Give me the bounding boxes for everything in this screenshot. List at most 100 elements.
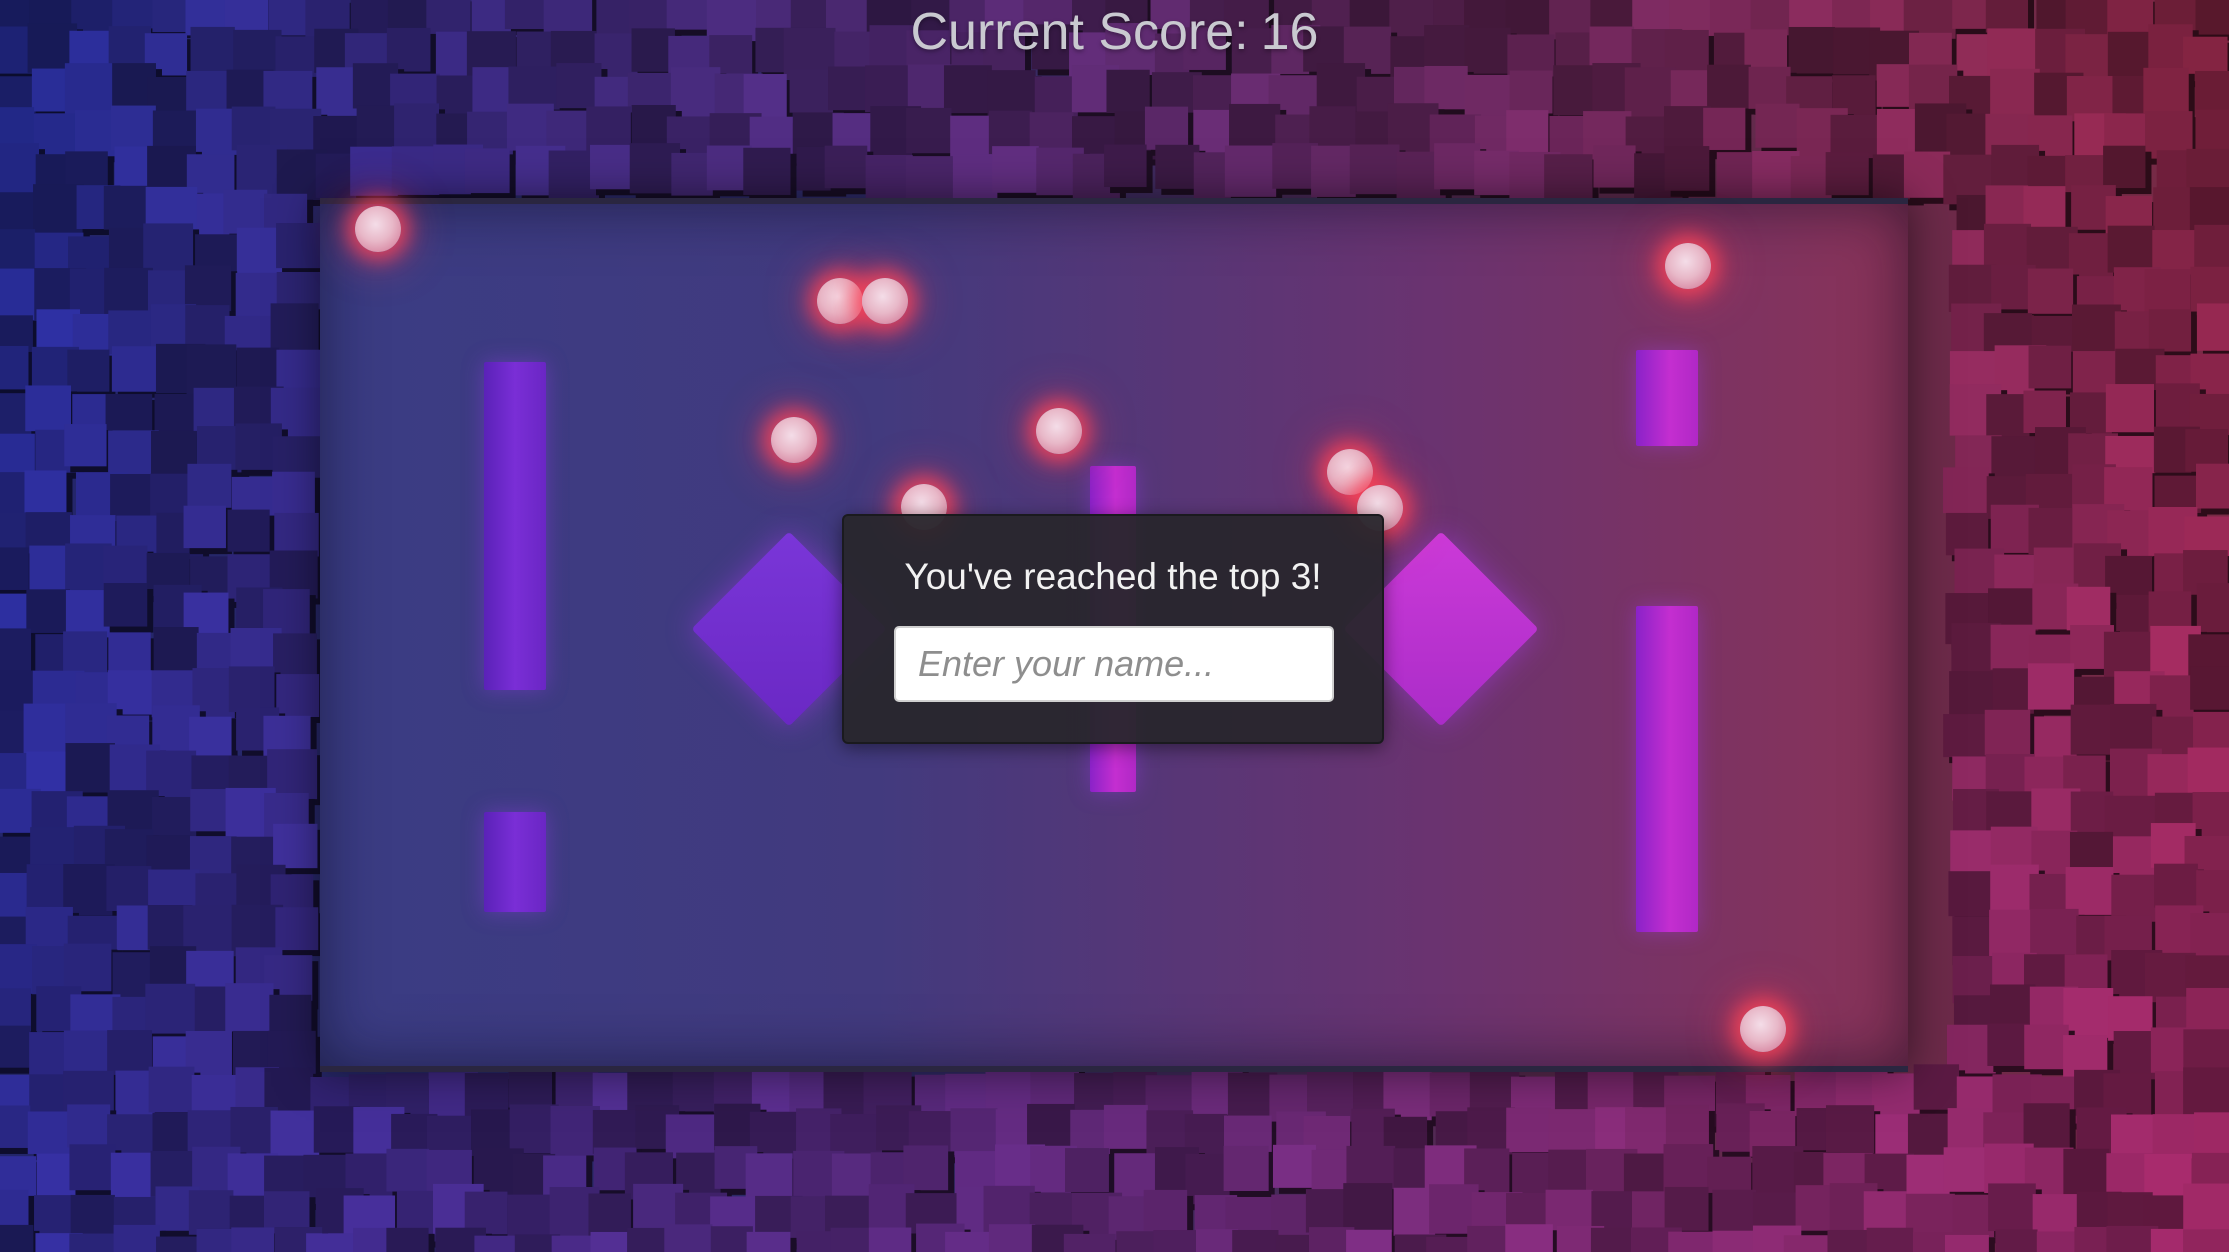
voxel-block bbox=[627, 1227, 671, 1252]
voxel-block bbox=[2194, 224, 2229, 272]
voxel-block bbox=[985, 1068, 1032, 1115]
player-name-input[interactable] bbox=[894, 626, 1334, 702]
voxel-block bbox=[0, 345, 29, 390]
voxel-block bbox=[2195, 109, 2229, 153]
voxel-block bbox=[1863, 1191, 1907, 1235]
voxel-block bbox=[710, 1226, 753, 1252]
obstacle-bar-right-lower bbox=[1636, 606, 1698, 932]
voxel-block bbox=[236, 347, 280, 391]
voxel-block bbox=[1668, 1231, 1718, 1252]
obstacle-bar-right-upper bbox=[1636, 350, 1698, 446]
voxel-block bbox=[65, 743, 115, 793]
voxel-block bbox=[1064, 1148, 1109, 1193]
voxel-block bbox=[0, 628, 32, 671]
voxel-block bbox=[746, 1231, 791, 1252]
voxel-block bbox=[26, 589, 70, 633]
voxel-block bbox=[1506, 1107, 1551, 1153]
voxel-block bbox=[664, 1224, 713, 1252]
voxel-block bbox=[1116, 1231, 1159, 1252]
voxel-block bbox=[1063, 1233, 1116, 1252]
voxel-block bbox=[789, 69, 834, 113]
voxel-block bbox=[2183, 1067, 2229, 1119]
voxel-block bbox=[1590, 1227, 1638, 1252]
score-label: Current Score: bbox=[910, 3, 1249, 61]
voxel-block bbox=[2196, 583, 2229, 633]
glowing-orb bbox=[862, 278, 908, 324]
voxel-block bbox=[2195, 70, 2229, 115]
voxel-block bbox=[988, 1224, 1036, 1252]
voxel-block bbox=[1990, 68, 2040, 119]
voxel-block bbox=[824, 145, 868, 189]
voxel-block bbox=[464, 148, 510, 194]
voxel-block bbox=[2187, 747, 2229, 795]
glowing-orb bbox=[771, 417, 817, 463]
voxel-block bbox=[106, 866, 152, 912]
voxel-block bbox=[823, 1070, 868, 1115]
voxel-block bbox=[1948, 871, 1994, 917]
voxel-block bbox=[185, 305, 230, 350]
voxel-block bbox=[27, 1111, 71, 1154]
voxel-block bbox=[1434, 143, 1481, 190]
voxel-block bbox=[1232, 1229, 1279, 1252]
voxel-block bbox=[225, 983, 274, 1032]
voxel-block bbox=[2195, 463, 2229, 509]
voxel-block bbox=[1104, 144, 1147, 188]
voxel-block bbox=[1990, 984, 2036, 1030]
voxel-block bbox=[2028, 507, 2075, 555]
voxel-block bbox=[670, 67, 721, 117]
voxel-block bbox=[1349, 144, 1400, 195]
voxel-block bbox=[1783, 1235, 1836, 1252]
voxel-block bbox=[148, 1066, 195, 1113]
voxel-block bbox=[70, 1194, 115, 1240]
voxel-block bbox=[1429, 1072, 1474, 1117]
voxel-block bbox=[1665, 1104, 1709, 1149]
voxel-block bbox=[2071, 304, 2121, 354]
voxel-block bbox=[2196, 303, 2229, 351]
voxel-block bbox=[1703, 107, 1746, 150]
voxel-block bbox=[586, 106, 631, 152]
voxel-block bbox=[0, 944, 37, 994]
voxel-block bbox=[1664, 146, 1710, 191]
score-value: 16 bbox=[1260, 3, 1319, 61]
voxel-block bbox=[236, 227, 283, 274]
voxel-block bbox=[227, 509, 270, 552]
voxel-block bbox=[1707, 64, 1751, 109]
voxel-block bbox=[0, 547, 29, 590]
voxel-block bbox=[2027, 663, 2075, 710]
voxel-block bbox=[2063, 987, 2114, 1038]
voxel-block bbox=[1663, 1144, 1714, 1194]
voxel-block bbox=[64, 63, 116, 114]
voxel-block bbox=[1946, 113, 1989, 156]
voxel-block bbox=[67, 349, 110, 392]
voxel-block bbox=[1985, 185, 2029, 229]
voxel-block bbox=[550, 1106, 600, 1156]
dialog-title: You've reached the top 3! bbox=[904, 556, 1322, 597]
voxel-block bbox=[830, 1227, 875, 1252]
voxel-block bbox=[356, 105, 399, 148]
voxel-block bbox=[945, 1231, 993, 1252]
voxel-block bbox=[588, 1193, 631, 1236]
voxel-block bbox=[386, 1148, 430, 1192]
voxel-block bbox=[1664, 1186, 1709, 1231]
voxel-block bbox=[276, 674, 320, 718]
voxel-block bbox=[270, 1110, 320, 1160]
voxel-block bbox=[1505, 1224, 1553, 1252]
voxel-block bbox=[2183, 1229, 2229, 1252]
voxel-block bbox=[113, 1224, 160, 1252]
voxel-block bbox=[270, 303, 319, 352]
voxel-block bbox=[145, 983, 196, 1034]
voxel-block bbox=[1995, 1229, 2038, 1252]
voxel-block bbox=[1943, 1147, 1989, 1192]
voxel-block bbox=[2107, 225, 2155, 273]
high-score-dialog: You've reached the top 3! bbox=[842, 514, 1384, 744]
voxel-block bbox=[25, 385, 72, 432]
voxel-block bbox=[2144, 269, 2191, 315]
voxel-block bbox=[2143, 67, 2189, 114]
voxel-block bbox=[2152, 1114, 2197, 1159]
voxel-block bbox=[2068, 233, 2114, 278]
glowing-orb bbox=[817, 278, 863, 324]
voxel-block bbox=[0, 1025, 31, 1068]
voxel-block bbox=[391, 146, 441, 195]
voxel-block bbox=[2186, 987, 2229, 1032]
voxel-block bbox=[1509, 70, 1553, 114]
